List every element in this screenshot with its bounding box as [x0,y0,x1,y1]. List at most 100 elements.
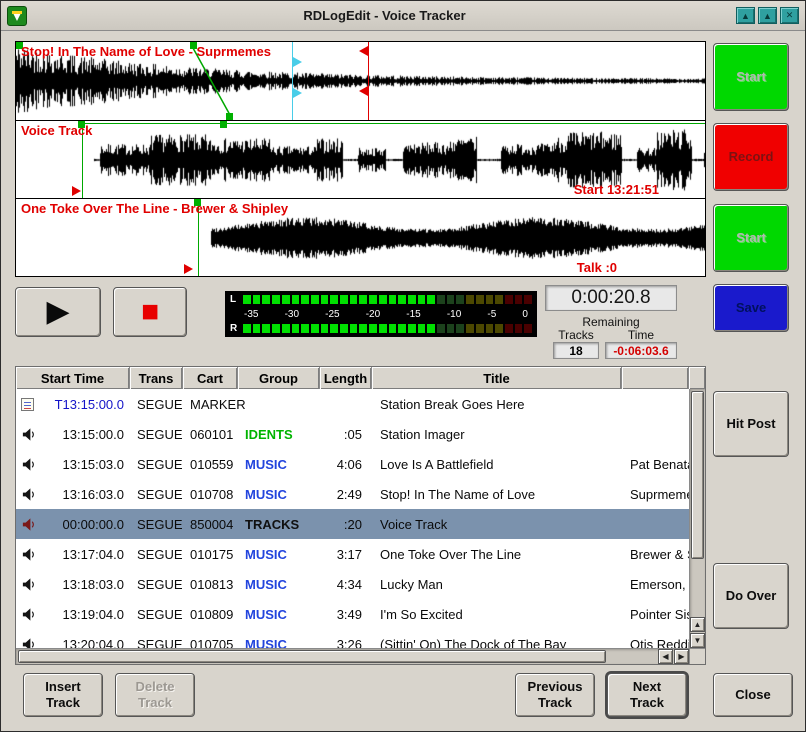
delete-track-button[interactable]: Delete Track [115,673,195,717]
vscroll-thumb[interactable] [691,391,704,559]
cart-cell: MARKER [183,397,238,412]
log-table-row[interactable]: 13:20:04.0 SEGUE 010705 MUSIC 3:26 (Sitt… [16,629,689,648]
segue-marker-icon[interactable] [359,46,368,56]
remaining-tracks-label: Tracks [551,328,601,342]
cart-cell: 010175 [183,547,238,562]
track-title-label: Voice Track [21,123,92,138]
header-start-time: Start Time [16,367,130,389]
titlebar[interactable]: RDLogEdit - Voice Tracker ▲ ▲ ✕ [1,1,805,31]
next-track-button[interactable]: Next Track [607,673,687,717]
log-table-row[interactable]: 13:19:04.0 SEGUE 010809 MUSIC 3:49 I'm S… [16,599,689,629]
rivendell-logo-icon [7,6,27,26]
group-cell: MUSIC [238,547,320,562]
start-time-cell: 13:19:04.0 [36,607,124,622]
remaining-label: Remaining [545,315,677,329]
log-table-row[interactable]: 13:15:00.0 SEGUE 060101 IDENTS :05 Stati… [16,419,689,449]
trans-cell: SEGUE [130,637,183,649]
play-cursor-icon[interactable] [184,264,193,274]
waveform-panel-3[interactable]: One Toke Over The Line - Brewer & Shiple… [16,198,705,276]
speaker-icon [21,577,36,592]
talk-marker-icon[interactable] [293,57,302,67]
scale-tick: -35 [244,309,258,320]
log-table-row[interactable]: 13:18:03.0 SEGUE 010813 MUSIC 4:34 Lucky… [16,569,689,599]
remaining-time-value: -0:06:03.6 [605,342,677,359]
scroll-right-icon[interactable]: ▶ [674,649,689,664]
waveform-panel-2[interactable]: Voice Track Start 13:21:51 [16,120,705,198]
title-cell: I'm So Excited [372,607,622,622]
title-cell: Station Break Goes Here [372,397,622,412]
artist-cell: Emerson, L [622,577,689,592]
play-button[interactable]: ▶ [15,287,101,337]
play-cursor-icon[interactable] [72,186,81,196]
artist-cell: Suprmemes [622,487,689,502]
track-end-handle[interactable] [220,121,227,128]
start-time-cell: 13:18:03.0 [36,577,124,592]
log-table-row[interactable]: T13:15:00.0 SEGUE MARKER Station Break G… [16,389,689,419]
log-table-row[interactable]: 13:17:04.0 SEGUE 010175 MUSIC 3:17 One T… [16,539,689,569]
maximize-icon[interactable]: ▲ [758,7,777,24]
start-time-cell: 00:00:00.0 [36,517,124,532]
talk-marker-line[interactable] [292,42,293,120]
vertical-scrollbar[interactable]: ▲ ▼ [689,389,705,648]
segue-marker-icon[interactable] [359,86,368,96]
trans-cell: SEGUE [130,517,183,532]
speaker-icon [21,637,36,649]
trans-cell: SEGUE [130,427,183,442]
log-table-row[interactable]: 13:15:03.0 SEGUE 010559 MUSIC 4:06 Love … [16,449,689,479]
segue-marker-line[interactable] [368,42,369,120]
speaker-icon [21,427,36,442]
scale-tick: -30 [285,309,299,320]
waveform-panel-1[interactable]: Stop! In The Name of Love - Suprmemes [16,42,705,120]
scroll-up-icon[interactable]: ▲ [690,617,705,632]
trans-cell: SEGUE [130,547,183,562]
log-table-row[interactable]: 00:00:00.0 SEGUE 850004 TRACKS :20 Voice… [16,509,689,539]
hit-post-button[interactable]: Hit Post [713,391,789,457]
start-time-cell: 13:16:03.0 [36,487,124,502]
scale-tick: -15 [406,309,420,320]
horizontal-scrollbar[interactable]: ◀ ▶ [16,648,689,664]
stop-button[interactable]: ■ [113,287,187,337]
scroll-left-icon[interactable]: ◀ [658,649,673,664]
record-button[interactable]: Record [713,123,789,191]
voice-tracker-window: RDLogEdit - Voice Tracker ▲ ▲ ✕ Stop! In… [0,0,806,732]
trans-cell: SEGUE [130,487,183,502]
artist-cell: Brewer & S [622,547,689,562]
length-cell: :05 [320,427,372,442]
close-window-icon[interactable]: ✕ [780,7,799,24]
cart-cell: 010705 [183,637,238,649]
cart-cell: 850004 [183,517,238,532]
group-cell: MUSIC [238,457,320,472]
insert-track-button[interactable]: Insert Track [23,673,103,717]
log-table-row[interactable]: 13:16:03.0 SEGUE 010708 MUSIC 2:49 Stop!… [16,479,689,509]
scale-tick: -20 [366,309,380,320]
waveform-stack: Stop! In The Name of Love - Suprmemes Vo… [15,41,706,277]
group-cell: MUSIC [238,487,320,502]
trans-cell: SEGUE [130,577,183,592]
remaining-tracks-value: 18 [553,342,599,359]
start-time-cell: T13:15:00.0 [34,397,124,412]
start-bottom-button[interactable]: Start [713,204,789,272]
group-cell: MUSIC [238,607,320,622]
scroll-down-icon[interactable]: ▼ [690,633,705,648]
cart-cell: 060101 [183,427,238,442]
talk-marker-icon[interactable] [293,88,302,98]
fade-end-handle[interactable] [226,113,233,120]
scale-tick: -5 [487,309,496,320]
start-top-button[interactable]: Start [713,43,789,111]
header-trans: Trans [130,367,183,389]
length-cell: 3:49 [320,607,372,622]
title-cell: One Toke Over The Line [372,547,622,562]
length-cell: 3:17 [320,547,372,562]
save-button[interactable]: Save [713,284,789,332]
header-spacer [689,367,705,389]
do-over-button[interactable]: Do Over [713,563,789,629]
scrollbar-corner [689,648,705,664]
hscroll-thumb[interactable] [18,650,606,663]
log-table: Start Time Trans Cart Group Length Title… [15,366,706,665]
previous-track-button[interactable]: Previous Track [515,673,595,717]
shade-icon[interactable]: ▲ [736,7,755,24]
title-cell: Love Is A Battlefield [372,457,622,472]
log-rows: T13:15:00.0 SEGUE MARKER Station Break G… [16,389,689,648]
speaker-icon [21,547,36,562]
close-button[interactable]: Close [713,673,793,717]
